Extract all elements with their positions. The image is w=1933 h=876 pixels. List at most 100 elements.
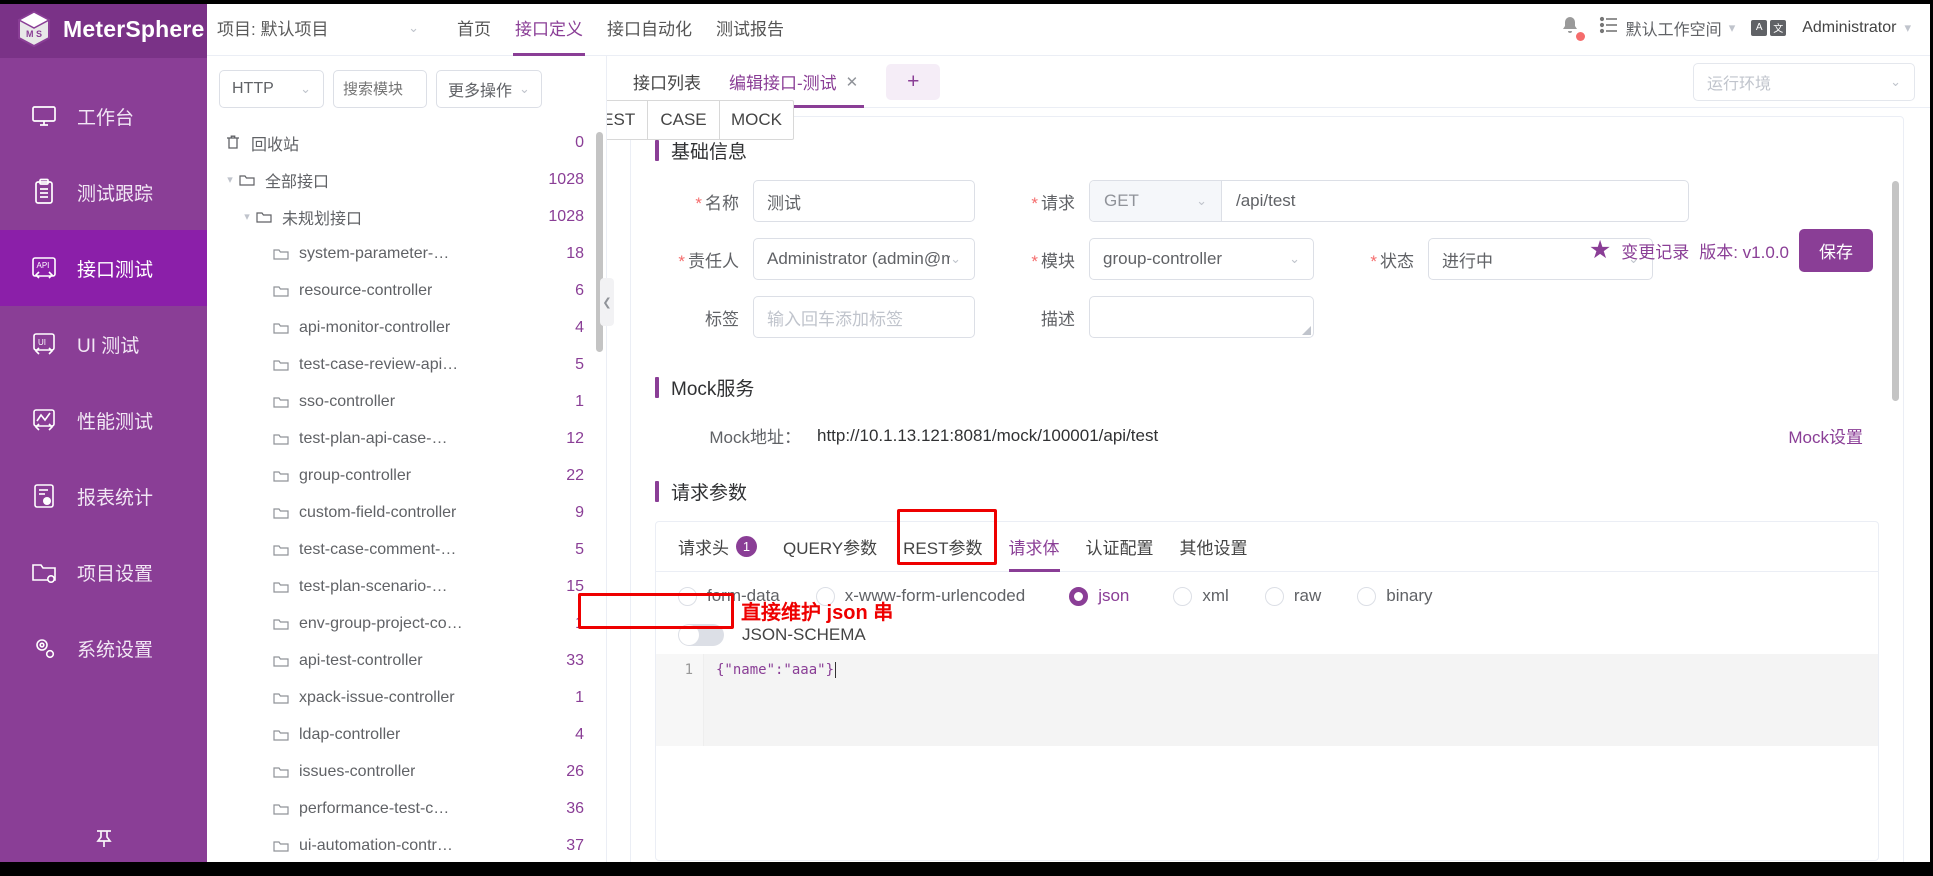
tree-node[interactable]: ▾ 未规划接口 1028 <box>207 198 606 235</box>
name-label: * 名称 <box>695 193 739 213</box>
tree-node[interactable]: test-case-comment-… 5 <box>207 531 606 568</box>
tree-node[interactable]: env-group-project-co… 1 <box>207 605 606 642</box>
radio-raw[interactable]: raw <box>1264 586 1321 606</box>
mock-settings-link[interactable]: Mock设置 <box>1788 423 1863 448</box>
sidebar-item-ui-test[interactable]: UI UI 测试 <box>0 306 207 382</box>
project-selector-label: 项目: 默认项目 <box>217 20 329 39</box>
sidebar-item-api-test[interactable]: API 接口测试 <box>0 230 207 306</box>
tree-node[interactable]: test-plan-api-case-… 12 <box>207 420 606 457</box>
tree-node[interactable]: test-case-review-api… 5 <box>207 346 606 383</box>
project-selector[interactable]: 项目: 默认项目 ⌄ <box>207 0 437 56</box>
section-accent-bar <box>655 140 659 161</box>
tab-case[interactable]: CASE <box>648 100 720 140</box>
tree-node-label: resource-controller <box>299 281 433 299</box>
tree-node[interactable]: performance-test-c… 36 <box>207 790 606 827</box>
tree-node[interactable]: ▾ 全部接口 1028 <box>207 161 606 198</box>
folder-icon <box>273 469 293 483</box>
sidebar-item-test-tracking[interactable]: 测试跟踪 <box>0 154 207 230</box>
tab-label: 接口列表 <box>633 74 701 93</box>
user-menu[interactable]: Administrator ▾ <box>1802 19 1911 37</box>
tab-request-body[interactable]: 请求体 <box>1008 522 1060 572</box>
tree-node[interactable]: system-parameter-… 18 <box>207 235 606 272</box>
change-log-link[interactable]: 变更记录 <box>1621 238 1689 263</box>
header-count-badge: 1 <box>736 536 757 557</box>
json-schema-toggle[interactable] <box>678 624 724 646</box>
radio-json[interactable]: json <box>1069 586 1129 606</box>
main-content: 接口列表 编辑接口-测试 ✕ + 运行环境 ⌄ 基础信息 * 名称 测试 * 请… <box>607 56 1933 862</box>
request-path-value: /api/test <box>1236 191 1296 210</box>
editor-code-line[interactable]: {"name":"aaa"} <box>704 659 1878 681</box>
tree-node[interactable]: ui-automation-contr… 37 <box>207 827 606 858</box>
chevron-down-icon: ▾ <box>1904 19 1911 35</box>
tab-auth-config[interactable]: 认证配置 <box>1086 522 1154 572</box>
tree-node[interactable]: xpack-issue-controller 1 <box>207 679 606 716</box>
tab-request-headers[interactable]: 请求头 1 <box>678 522 757 572</box>
tab-label: 认证配置 <box>1085 539 1154 558</box>
star-icon[interactable]: ★ <box>1589 238 1611 263</box>
chevron-down-icon[interactable]: ▾ <box>221 173 239 186</box>
folder-settings-icon <box>28 556 60 588</box>
tree-node[interactable]: api-monitor-controller 4 <box>207 309 606 346</box>
more-actions-button[interactable]: 更多操作 ⌄ <box>436 70 542 108</box>
sidebar-item-project-settings[interactable]: 项目设置 <box>0 534 207 610</box>
version-actions: ★ 变更记录 版本: v1.0.0 保存 <box>1589 229 1873 272</box>
tab-mock[interactable]: MOCK <box>720 100 794 140</box>
editor-code-area[interactable]: {"name":"aaa"} <box>704 654 1878 746</box>
required-marker: * <box>1031 251 1038 271</box>
request-params-card: 请求头 1 QUERY参数 REST参数 请求体 认证配置 其他设置 form-… <box>655 521 1879 861</box>
main-scrollbar[interactable] <box>1892 181 1899 401</box>
tag-input[interactable]: 输入回车添加标签 <box>753 296 975 338</box>
tree-node[interactable]: api-test-controller 33 <box>207 642 606 679</box>
search-input[interactable] <box>333 70 427 108</box>
tab-label: 其他设置 <box>1179 539 1248 558</box>
owner-select[interactable]: Administrator (admin@meters ⌄ <box>753 238 975 280</box>
language-switcher[interactable]: A 文 <box>1751 19 1787 36</box>
sidebar-item-report-statistics[interactable]: 报表统计 <box>0 458 207 534</box>
tree-node[interactable]: custom-field-controller 9 <box>207 494 606 531</box>
tab-rest-params[interactable]: REST参数 <box>903 522 982 572</box>
tree-node[interactable]: ldap-controller 4 <box>207 716 606 753</box>
json-body-editor[interactable]: 1 {"name":"aaa"} <box>656 654 1878 746</box>
brand-logo[interactable]: M S MeterSphere <box>0 0 207 58</box>
tab-other-settings[interactable]: 其他设置 <box>1180 522 1248 572</box>
name-input[interactable]: 测试 <box>753 180 975 222</box>
save-button[interactable]: 保存 <box>1799 229 1873 272</box>
workspace-selector[interactable]: 默认工作空间 ▾ <box>1599 16 1735 40</box>
radio-binary[interactable]: binary <box>1357 586 1433 606</box>
folder-icon <box>273 247 293 261</box>
pin-icon[interactable] <box>0 828 207 850</box>
folder-icon <box>239 173 259 187</box>
request-path-input[interactable]: /api/test <box>1222 181 1688 221</box>
sidebar-item-workbench[interactable]: 工作台 <box>0 78 207 154</box>
sidebar-item-performance-test[interactable]: 性能测试 <box>0 382 207 458</box>
tab-query-params[interactable]: QUERY参数 <box>783 522 877 572</box>
description-textarea[interactable] <box>1089 296 1314 338</box>
sidebar-item-system-settings[interactable]: 系统设置 <box>0 610 207 686</box>
tree-node-recycle-bin[interactable]: 回收站 0 <box>207 124 606 161</box>
module-select[interactable]: group-controller ⌄ <box>1089 238 1314 280</box>
panel-collapse-handle[interactable]: ❮ <box>600 278 614 326</box>
tree-node[interactable]: group-controller 22 <box>207 457 606 494</box>
sidebar-item-label: 测试跟踪 <box>77 183 154 205</box>
owner-select-value: Administrator (admin@meters <box>767 249 950 268</box>
tree-node[interactable]: issues-controller 26 <box>207 753 606 790</box>
tab-test[interactable]: TEST <box>607 100 648 140</box>
radio-xml[interactable]: xml <box>1173 586 1229 606</box>
tree-node[interactable]: test-plan-scenario-… 15 <box>207 568 606 605</box>
tab-home[interactable]: 首页 <box>445 0 503 56</box>
mock-section-label: Mock服务 <box>671 379 755 400</box>
notification-bell-button[interactable] <box>1559 15 1585 41</box>
protocol-select[interactable]: HTTP ⌄ <box>219 70 324 108</box>
tree-node[interactable]: sso-controller 1 <box>207 383 606 420</box>
tab-label: 编辑接口-测试 <box>729 74 837 93</box>
tab-api-automation[interactable]: 接口自动化 <box>595 0 704 56</box>
close-icon[interactable]: ✕ <box>846 73 859 91</box>
chevron-down-icon[interactable]: ▾ <box>238 210 256 223</box>
request-method-url-group: GET ⌄ /api/test <box>1089 180 1689 222</box>
environment-select[interactable]: 运行环境 ⌄ <box>1693 62 1915 101</box>
tab-api-definition[interactable]: 接口定义 <box>503 0 595 56</box>
http-method-select[interactable]: GET ⌄ <box>1090 181 1222 221</box>
tree-node[interactable]: resource-controller 6 <box>207 272 606 309</box>
tab-test-report[interactable]: 测试报告 <box>704 0 796 56</box>
add-tab-button[interactable]: + <box>886 63 941 100</box>
